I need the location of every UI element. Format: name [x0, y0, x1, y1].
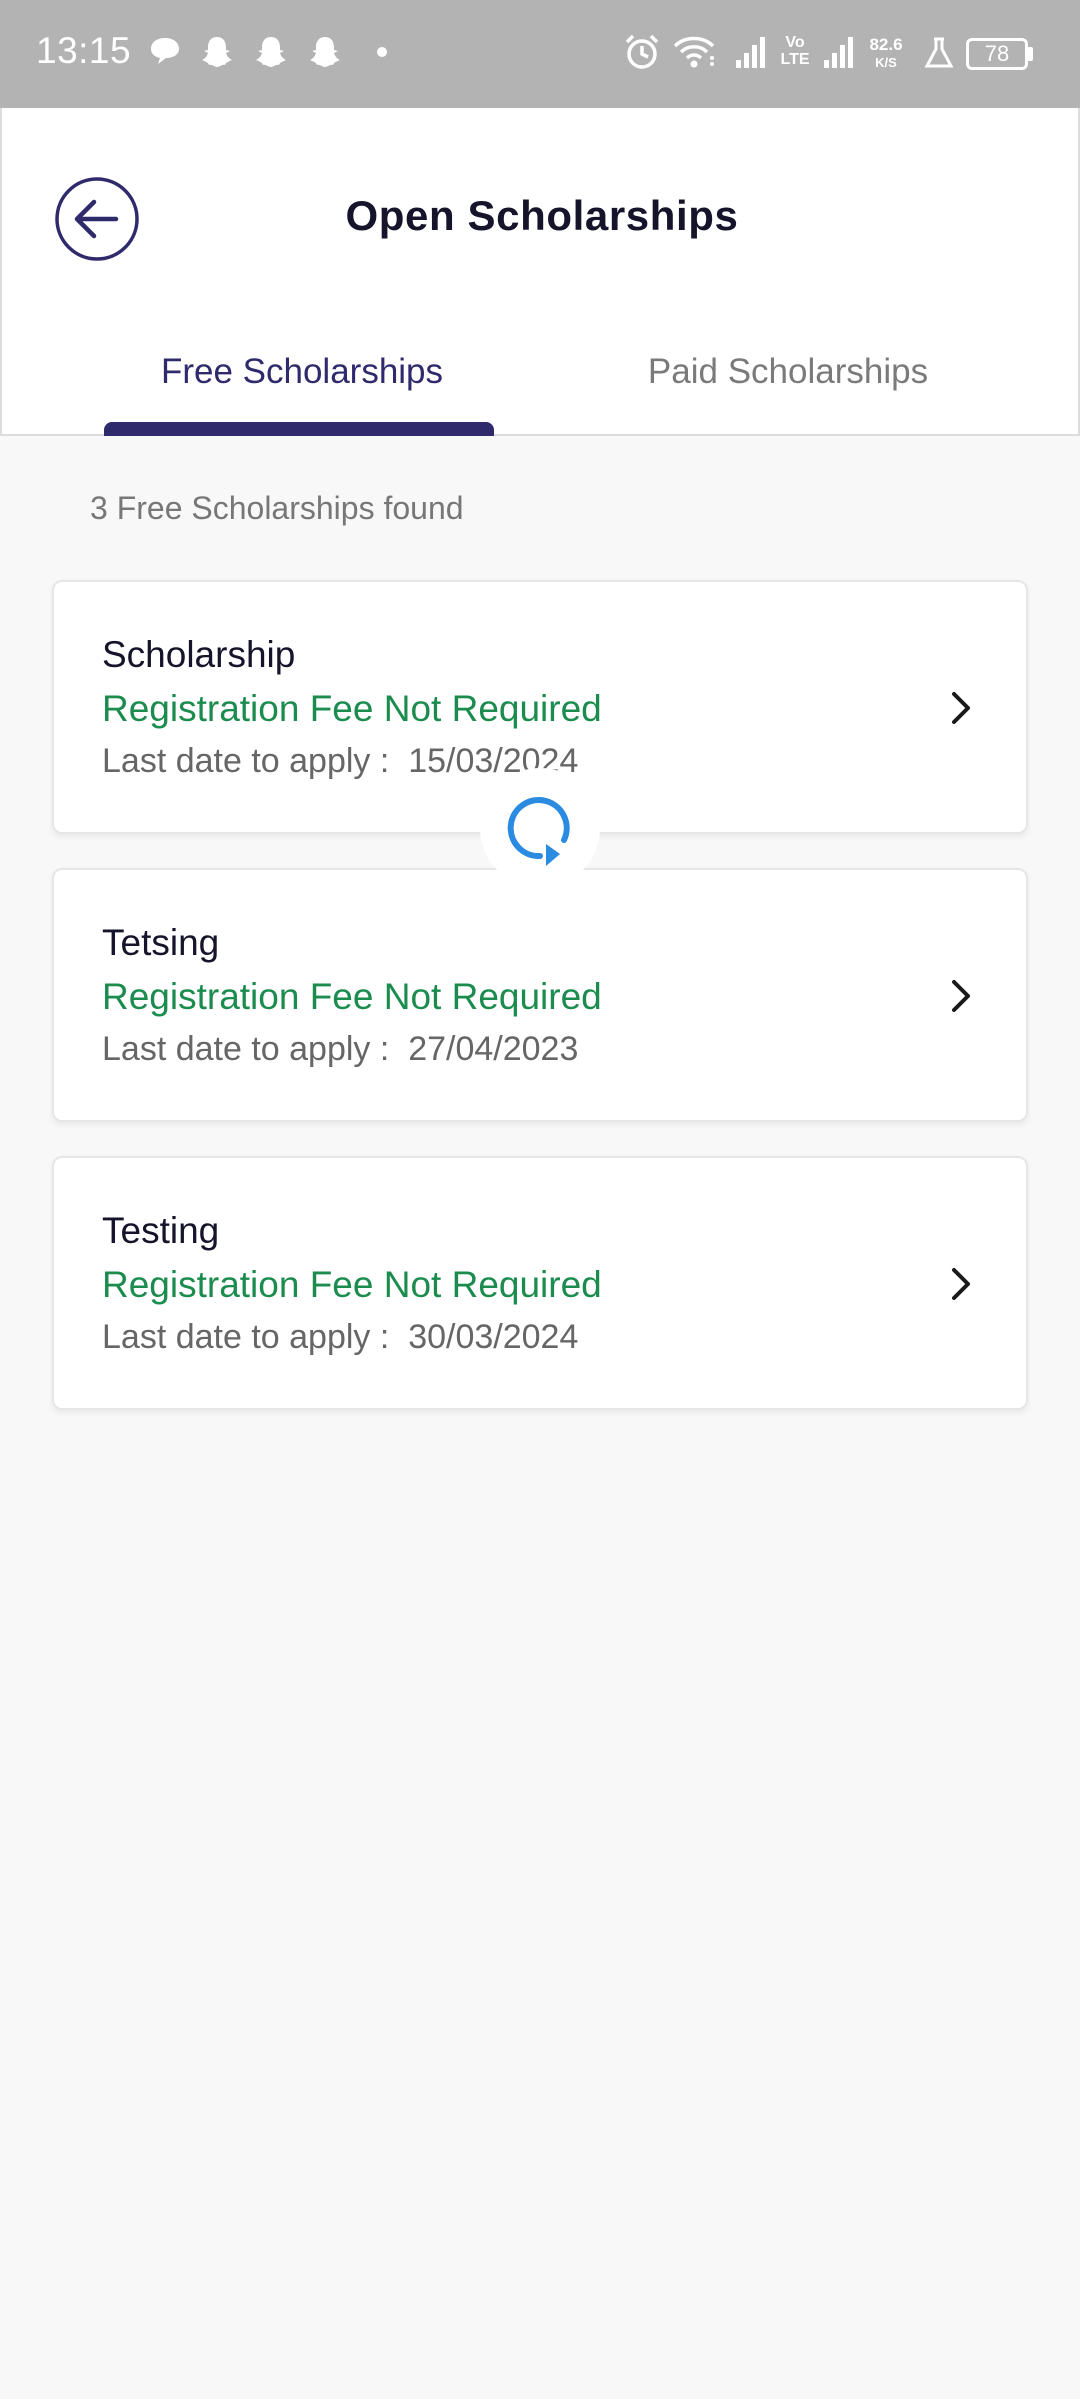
registration-fee-status: Registration Fee Not Required	[102, 688, 602, 729]
scholarship-card[interactable]: Testing Registration Fee Not Required La…	[52, 1156, 1028, 1410]
signal-icon	[824, 37, 853, 68]
chevron-right-icon	[952, 1268, 970, 1300]
battery-tip	[1028, 47, 1033, 61]
app-header: Open Scholarships Free Scholarships Paid…	[0, 108, 1080, 436]
snapchat-notification-icon	[256, 37, 286, 67]
registration-fee-status: Registration Fee Not Required	[102, 976, 602, 1017]
battery-indicator: 78	[966, 38, 1028, 70]
volte-indicator: Vo LTE	[780, 34, 810, 68]
scholarship-title: Tetsing	[102, 922, 220, 963]
scholarship-card[interactable]: Tetsing Registration Fee Not Required La…	[52, 868, 1028, 1122]
wifi-icon	[673, 36, 715, 68]
scholarship-title: Scholarship	[102, 634, 296, 675]
page-title: Open Scholarships	[345, 192, 739, 239]
signal-icon	[736, 37, 765, 68]
alarm-icon	[625, 34, 659, 69]
refresh-icon	[507, 797, 570, 866]
active-tab-indicator	[104, 422, 494, 436]
chevron-right-icon	[952, 692, 970, 724]
chevron-right-icon	[952, 980, 970, 1012]
scholarship-title: Testing	[102, 1210, 220, 1251]
lab-flask-icon	[924, 37, 954, 68]
results-count: 3 Free Scholarships found	[90, 490, 464, 526]
tab-paid-scholarships[interactable]: Paid Scholarships	[588, 352, 988, 392]
snapchat-notification-icon	[202, 37, 232, 67]
last-date: Last date to apply : 27/04/2023	[102, 1030, 579, 1068]
snapchat-notification-icon	[310, 37, 340, 67]
tab-free-scholarships[interactable]: Free Scholarships	[102, 352, 502, 392]
last-date: Last date to apply : 30/03/2024	[102, 1318, 579, 1356]
chat-notification-icon	[151, 38, 179, 64]
status-time: 13:15	[36, 30, 132, 71]
registration-fee-status: Registration Fee Not Required	[102, 1264, 602, 1305]
network-speed: 82.6 K/S	[869, 35, 903, 71]
refresh-spinner	[480, 768, 600, 888]
status-bar: 13:15 Vo LTE 82.6 K/S 78	[0, 0, 1080, 108]
more-notifications-dot-icon	[377, 47, 387, 57]
